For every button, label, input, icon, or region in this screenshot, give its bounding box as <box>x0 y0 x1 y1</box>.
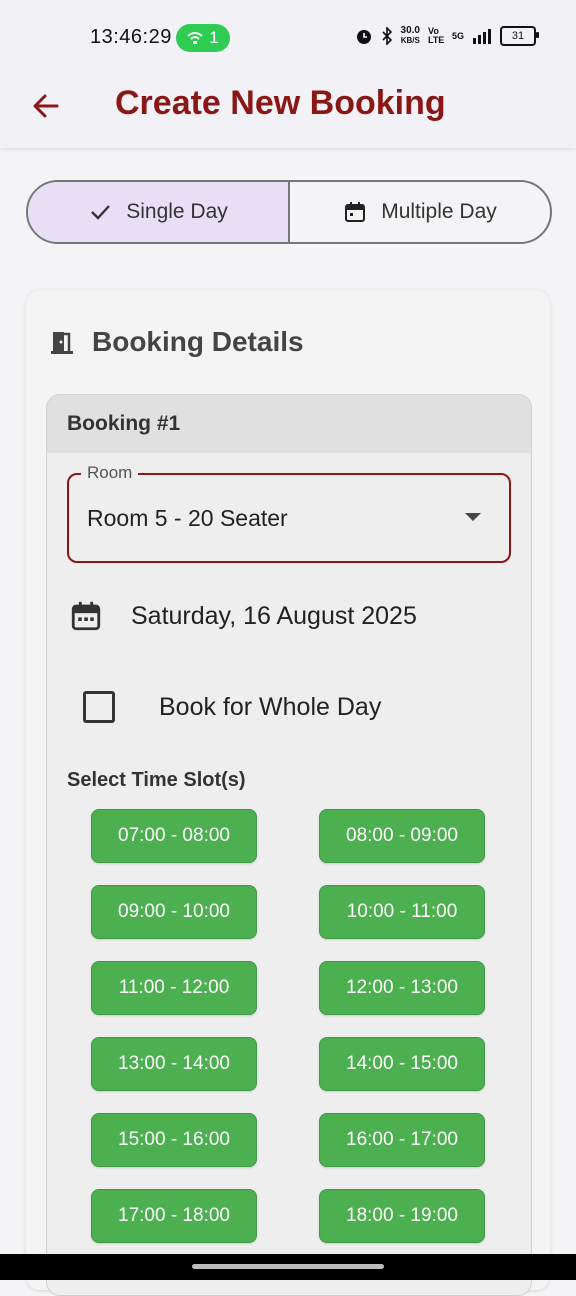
time-slot-button[interactable]: 14:00 - 15:00 <box>319 1037 485 1091</box>
booking-details-header: Booking Details <box>48 326 304 358</box>
wifi-hotspot-badge: 1 <box>176 24 230 52</box>
booking-entry: Booking #1 Room Room 5 - 20 Seater Satur… <box>46 394 532 1296</box>
alarm-icon <box>356 30 371 44</box>
time-slot-button[interactable]: 18:00 - 19:00 <box>319 1189 485 1243</box>
status-icons: 30.0 KB/S Vo LTE 5G 31 <box>355 26 539 46</box>
wifi-badge-count: 1 <box>209 28 219 47</box>
battery-icon: 31 <box>500 26 539 46</box>
time-slot-button[interactable]: 17:00 - 18:00 <box>91 1189 257 1243</box>
system-nav-bar <box>0 1254 576 1280</box>
booking-mode-toggle: Single Day Multiple Day <box>26 180 552 244</box>
time-slot-button[interactable]: 10:00 - 11:00 <box>319 885 485 939</box>
door-icon <box>51 332 73 354</box>
single-day-tab[interactable]: Single Day <box>28 182 288 242</box>
page-title: Create New Booking <box>115 84 446 122</box>
selected-date: Saturday, 16 August 2025 <box>131 601 417 630</box>
dropdown-arrow-icon <box>465 513 481 521</box>
network-speed: 30.0 KB/S <box>401 26 420 46</box>
wifi-icon <box>187 32 203 44</box>
time-slot-heading: Select Time Slot(s) <box>67 769 246 791</box>
time-slot-button[interactable]: 09:00 - 10:00 <box>91 885 257 939</box>
network-speed-value: 30.0 <box>400 25 420 36</box>
calendar-icon <box>345 202 366 222</box>
status-bar: 13:46:29 1 30.0 KB/S Vo LTE 5G 31 <box>0 0 576 76</box>
time-slot-button[interactable]: 13:00 - 14:00 <box>91 1037 257 1091</box>
multiple-day-tab[interactable]: Multiple Day <box>290 182 550 242</box>
whole-day-label: Book for Whole Day <box>159 692 382 721</box>
back-button[interactable] <box>28 88 64 124</box>
booking-details-title: Booking Details <box>92 326 304 357</box>
network-type: 5G <box>451 31 464 41</box>
time-slot-button[interactable]: 12:00 - 13:00 <box>319 961 485 1015</box>
network-speed-unit: KB/S <box>400 36 420 45</box>
whole-day-option[interactable]: Book for Whole Day <box>83 691 381 723</box>
check-icon <box>91 205 111 220</box>
app-bar: Create New Booking <box>0 76 576 148</box>
room-field-label: Room <box>81 463 139 483</box>
status-time: 13:46:29 <box>90 26 172 48</box>
booking-header: Booking #1 <box>47 395 531 453</box>
time-slot-button[interactable]: 15:00 - 16:00 <box>91 1113 257 1167</box>
single-day-label: Single Day <box>126 200 228 223</box>
calendar-icon <box>71 601 101 631</box>
signal-icon <box>473 29 491 44</box>
battery-level: 31 <box>511 30 525 42</box>
date-picker[interactable]: Saturday, 16 August 2025 <box>69 599 417 633</box>
time-slot-button[interactable]: 07:00 - 08:00 <box>91 809 257 863</box>
time-slot-button[interactable]: 08:00 - 09:00 <box>319 809 485 863</box>
room-selected-value: Room 5 - 20 Seater <box>87 505 288 531</box>
arrow-back-icon <box>33 94 59 118</box>
booking-details-card: Booking Details Booking #1 Room Room 5 -… <box>26 290 550 1296</box>
time-slot-button[interactable]: 11:00 - 12:00 <box>91 961 257 1015</box>
whole-day-checkbox[interactable] <box>83 691 115 723</box>
time-slot-button[interactable]: 16:00 - 17:00 <box>319 1113 485 1167</box>
multiple-day-label: Multiple Day <box>381 200 497 223</box>
room-dropdown[interactable]: Room Room 5 - 20 Seater <box>67 463 511 563</box>
home-gesture-handle[interactable] <box>192 1264 384 1269</box>
bluetooth-icon <box>381 27 392 45</box>
volte-indicator: Vo LTE <box>427 26 445 45</box>
time-slot-grid: 07:00 - 08:00 08:00 - 09:00 09:00 - 10:0… <box>91 809 487 1243</box>
